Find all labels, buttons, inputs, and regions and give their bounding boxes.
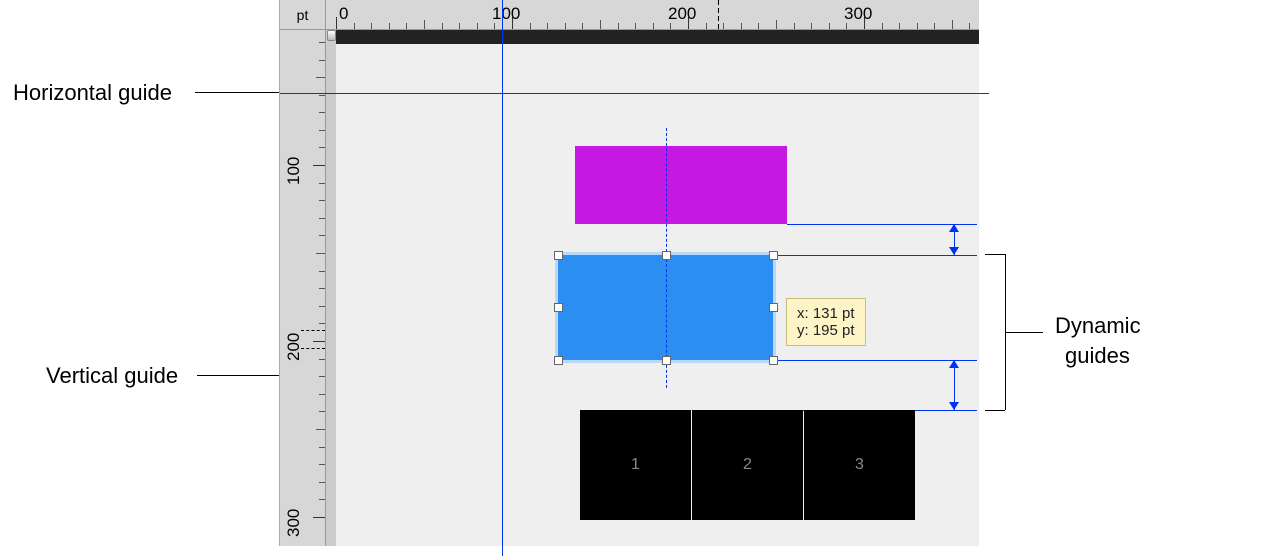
arrowhead-up-icon (949, 224, 959, 232)
selection-handle[interactable] (769, 356, 778, 365)
design-editor: pt 0 100 200 300 100 200 300 (279, 0, 979, 546)
vertical-ruler[interactable]: 100 200 300 (280, 30, 326, 546)
annotation-dynamic-line1: Dynamic (1055, 313, 1141, 339)
selection-handle[interactable] (662, 356, 671, 365)
canvas-area[interactable]: x: 131 pt y: 195 pt 1 2 3 (336, 30, 979, 546)
ruler-h-tick-1: 100 (492, 4, 520, 24)
tooltip-x-label: x: 131 pt (797, 305, 855, 322)
cell-label: 1 (631, 456, 640, 474)
bracket-leader (1005, 332, 1043, 333)
tooltip-y-label: y: 195 pt (797, 322, 855, 339)
arrowhead-up-icon (949, 360, 959, 368)
black-cell-2[interactable]: 2 (692, 410, 803, 520)
ruler-v-marker-top (301, 330, 325, 331)
annotation-vertical-guide: Vertical guide (46, 363, 178, 389)
ruler-v-tick-0: 100 (284, 157, 304, 185)
ruler-v-tick-2: 300 (284, 509, 304, 537)
ruler-h-position-marker (718, 0, 724, 30)
annotation-dynamic-line2: guides (1065, 343, 1130, 369)
horizontal-guide-line[interactable] (280, 93, 989, 94)
arrowhead-down-icon (949, 402, 959, 410)
bracket-top (985, 254, 1005, 255)
selection-handle[interactable] (662, 251, 671, 260)
annotation-horizontal-guide: Horizontal guide (13, 80, 172, 106)
ruler-unit-label: pt (297, 7, 309, 23)
selection-handle[interactable] (554, 251, 563, 260)
ruler-v-tick-1: 200 (284, 333, 304, 361)
selection-handle[interactable] (769, 303, 778, 312)
leader-line-hguide (195, 92, 279, 93)
black-cell-1[interactable]: 1 (580, 410, 691, 520)
selection-handle[interactable] (554, 303, 563, 312)
vertical-scroll-thumb[interactable] (327, 30, 336, 41)
ruler-h-tick-0: 0 (339, 4, 348, 24)
arrowhead-down-icon (949, 247, 959, 255)
dynamic-guide-line-top (773, 255, 977, 256)
position-tooltip: x: 131 pt y: 195 pt (786, 298, 866, 346)
vertical-guide-line[interactable] (502, 0, 503, 556)
black-rectangle-group[interactable]: 1 2 3 (580, 410, 915, 520)
ruler-h-tick-2: 200 (668, 4, 696, 24)
ruler-corner[interactable]: pt (280, 0, 326, 30)
horizontal-ruler[interactable]: 0 100 200 300 (326, 0, 979, 30)
dynamic-guide-line-bottom (773, 360, 977, 361)
selection-handle[interactable] (554, 356, 563, 365)
black-cell-3[interactable]: 3 (804, 410, 915, 520)
ruler-h-tick-3: 300 (844, 4, 872, 24)
purple-rectangle-shape[interactable] (575, 146, 787, 224)
vertical-scrollbar-track[interactable] (326, 30, 336, 546)
canvas-top-dark-strip (336, 30, 979, 44)
cell-label: 3 (855, 456, 864, 474)
cell-label: 2 (743, 456, 752, 474)
ruler-v-marker-bottom (301, 348, 325, 349)
bracket-bottom (985, 410, 1005, 411)
selection-handle[interactable] (769, 251, 778, 260)
